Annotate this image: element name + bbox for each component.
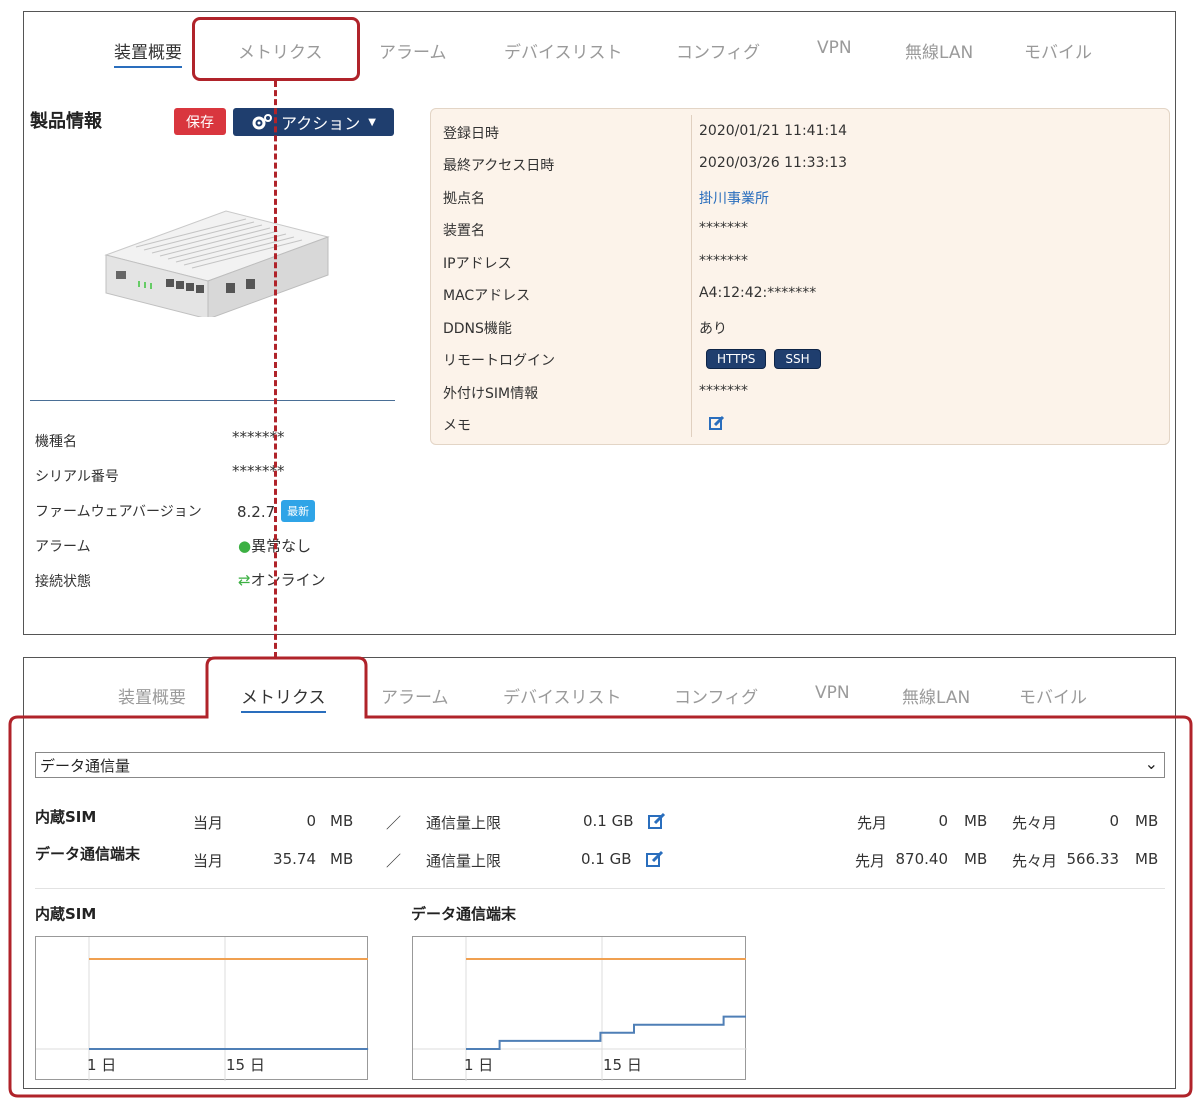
metrics-area-outline	[8, 656, 1193, 1098]
